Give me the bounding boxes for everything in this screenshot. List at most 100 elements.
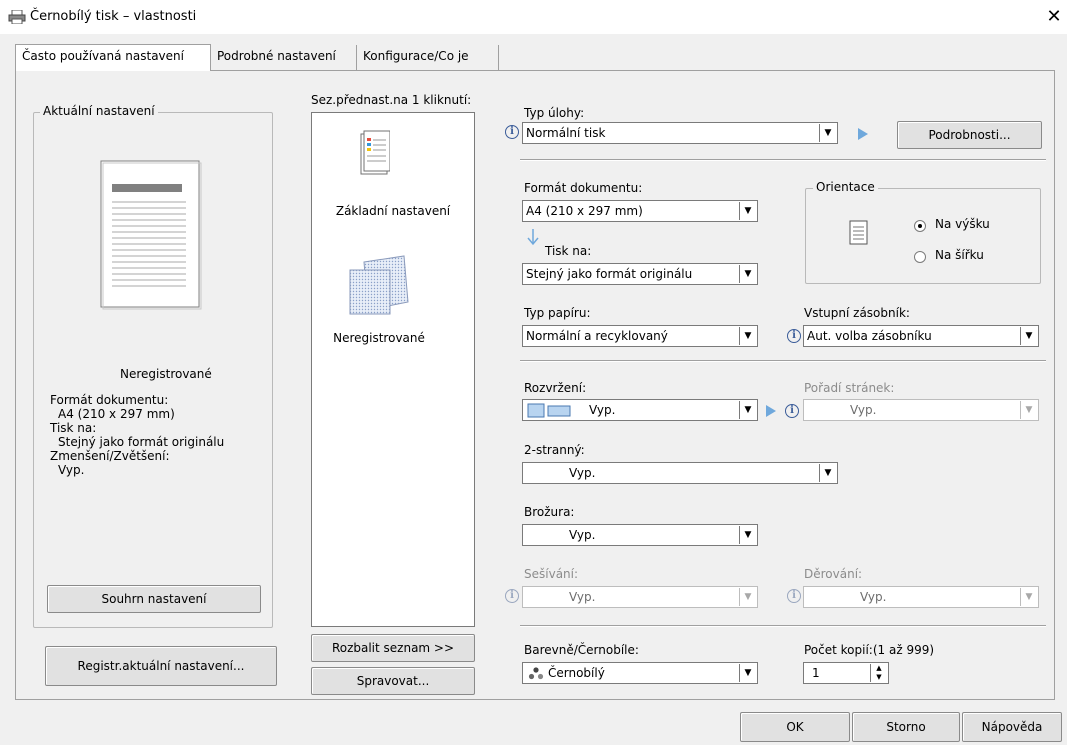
title-bar: Černobílý tisk – vlastnosti ✕ — [0, 0, 1067, 34]
input-tray-label: Vstupní zásobník: — [804, 306, 910, 320]
play-arrow-icon — [858, 128, 868, 140]
color-mode-select[interactable]: Černobílý ▼ — [522, 662, 758, 684]
copies-stepper[interactable]: 1 ▲ ▼ — [803, 662, 889, 684]
print-on-value: Stejný jako formát originálu — [526, 267, 693, 281]
tab-label: Podrobné nastavení — [217, 49, 336, 63]
play-arrow-icon — [766, 405, 776, 417]
info-icon[interactable]: i — [787, 589, 801, 603]
paper-type-label: Typ papíru: — [524, 306, 591, 320]
info-icon[interactable]: i — [787, 329, 801, 343]
chevron-down-icon: ▼ — [739, 526, 756, 544]
staple-value: Vyp. — [569, 590, 596, 604]
staple-select[interactable]: Vyp. ▼ — [522, 586, 758, 608]
manage-button[interactable]: Spravovat... — [311, 667, 475, 695]
info-icon[interactable]: i — [505, 125, 519, 139]
booklet-label: Brožura: — [524, 505, 575, 519]
tab-detailed-settings[interactable]: Podrobné nastavení — [211, 45, 357, 70]
document-size-select[interactable]: A4 (210 x 297 mm) ▼ — [522, 200, 758, 222]
printer-icon — [8, 10, 26, 24]
paper-type-select[interactable]: Normální a recyklovaný ▼ — [522, 325, 758, 347]
page-order-value: Vyp. — [850, 403, 877, 417]
print-on-label: Tisk na: — [545, 244, 592, 258]
current-preset-name: Neregistrované — [120, 367, 212, 381]
layout-pages-icon — [527, 403, 571, 418]
input-tray-value: Aut. volba zásobníku — [807, 329, 932, 343]
tab-configuration[interactable]: Konfigurace/Co je — [357, 45, 499, 70]
preset-item-basic[interactable]: Základní nastavení — [311, 204, 475, 218]
chevron-down-icon: ▼ — [739, 588, 756, 606]
staple-label: Sešívání: — [524, 567, 579, 581]
preset-list[interactable] — [311, 112, 475, 627]
punch-value: Vyp. — [860, 590, 887, 604]
portrait-radio[interactable] — [914, 220, 926, 232]
chevron-down-icon: ▼ — [739, 202, 756, 220]
chevron-down-icon: ▼ — [739, 265, 756, 283]
current-settings-label: Aktuální nastavení — [40, 104, 158, 118]
chevron-down-icon: ▼ — [1020, 588, 1037, 606]
stepper-up-icon[interactable]: ▲ — [870, 664, 887, 673]
chevron-down-icon: ▼ — [1020, 401, 1037, 419]
punch-select[interactable]: Vyp. ▼ — [803, 586, 1039, 608]
color-mode-label: Barevně/Černobíle: — [524, 643, 639, 657]
layout-select[interactable]: Vyp. ▼ — [522, 399, 758, 421]
punch-label: Děrování: — [804, 567, 863, 581]
landscape-label: Na šířku — [935, 248, 984, 262]
chevron-down-icon: ▼ — [739, 401, 756, 419]
job-type-value: Normální tisk — [526, 126, 606, 140]
chevron-down-icon: ▼ — [819, 124, 836, 142]
register-current-button[interactable]: Registr.aktuální nastavení... — [45, 646, 277, 686]
close-icon[interactable]: ✕ — [1044, 6, 1064, 27]
document-size-value: A4 (210 x 297 mm) — [526, 204, 643, 218]
booklet-select[interactable]: Vyp. ▼ — [522, 524, 758, 546]
document-size-label: Formát dokumentu: — [524, 181, 643, 195]
basic-settings-icon — [360, 130, 390, 175]
copies-value: 1 — [812, 666, 820, 680]
orientation-label: Orientace — [813, 180, 878, 194]
tab-frequent-settings[interactable]: Často používaná nastavení — [15, 44, 211, 71]
window-title: Černobílý tisk – vlastnosti — [30, 9, 197, 24]
down-arrow-icon — [527, 229, 539, 246]
summary-line: Formát dokumentu: — [50, 393, 169, 407]
help-button[interactable]: Nápověda — [962, 712, 1062, 742]
stepper-down-icon[interactable]: ▼ — [870, 673, 887, 682]
summary-line: A4 (210 x 297 mm) — [58, 407, 175, 421]
summary-line: Zmenšení/Zvětšení: — [50, 449, 170, 463]
summary-line: Stejný jako formát originálu — [58, 435, 225, 449]
paper-type-value: Normální a recyklovaný — [526, 329, 668, 343]
layout-label: Rozvržení: — [524, 381, 587, 395]
info-icon[interactable]: i — [785, 404, 799, 418]
landscape-radio[interactable] — [914, 251, 926, 263]
info-icon[interactable]: i — [505, 589, 519, 603]
summary-line: Tisk na: — [50, 421, 97, 435]
portrait-label: Na výšku — [935, 217, 990, 231]
print-on-select[interactable]: Stejný jako formát originálu ▼ — [522, 263, 758, 285]
chevron-down-icon: ▼ — [819, 464, 836, 482]
input-tray-select[interactable]: Aut. volba zásobníku ▼ — [803, 325, 1039, 347]
page-order-label: Pořadí stránek: — [804, 381, 895, 395]
chevron-down-icon: ▼ — [1020, 327, 1037, 345]
chevron-down-icon: ▼ — [739, 664, 756, 682]
duplex-label: 2-stranný: — [524, 443, 585, 457]
layout-value: Vyp. — [589, 403, 616, 417]
orientation-group — [805, 188, 1041, 284]
divider — [520, 159, 1046, 161]
page-order-select[interactable]: Vyp. ▼ — [803, 399, 1039, 421]
document-preview-icon — [100, 160, 202, 310]
color-mode-value: Černobílý — [548, 666, 605, 680]
duplex-select[interactable]: Vyp. ▼ — [522, 462, 838, 484]
expand-list-button[interactable]: Rozbalit seznam >> — [311, 634, 475, 662]
chevron-down-icon: ▼ — [739, 327, 756, 345]
copies-label: Počet kopií:(1 až 999) — [804, 643, 935, 657]
divider — [520, 625, 1046, 627]
unregistered-preset-icon — [349, 255, 409, 315]
cancel-button[interactable]: Storno — [852, 712, 960, 742]
ok-button[interactable]: OK — [740, 712, 850, 742]
portrait-page-icon — [849, 220, 868, 245]
settings-summary-button[interactable]: Souhrn nastavení — [47, 585, 261, 613]
duplex-value: Vyp. — [569, 466, 596, 480]
tab-label: Často používaná nastavení — [22, 49, 184, 63]
preset-item-unregistered[interactable]: Neregistrované — [311, 331, 447, 345]
details-button[interactable]: Podrobnosti... — [897, 121, 1042, 149]
booklet-value: Vyp. — [569, 528, 596, 542]
job-type-select[interactable]: Normální tisk ▼ — [522, 122, 838, 144]
